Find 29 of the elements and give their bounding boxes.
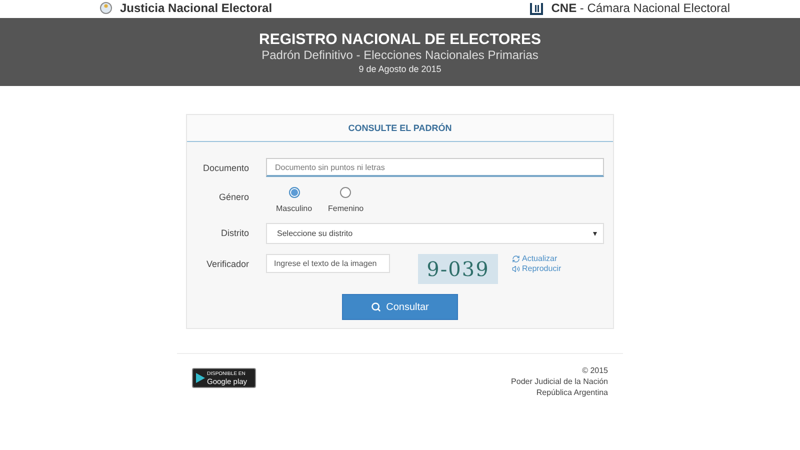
play-store-icon <box>196 373 205 383</box>
speaker-icon <box>512 264 520 272</box>
footer-text: © 2015 <box>582 366 608 375</box>
institution-name: CNE - Cámara Nacional Electoral <box>551 1 730 15</box>
field-label: Distrito <box>220 227 249 238</box>
captcha-image: 9-039 <box>418 254 498 284</box>
footer-text: Poder Judicial de la Nación <box>511 377 608 386</box>
emblem-icon <box>100 2 112 14</box>
page-title: REGISTRO NACIONAL DE ELECTORES <box>259 30 541 48</box>
refresh-icon <box>512 254 520 262</box>
field-label: Documento <box>202 162 249 173</box>
search-button[interactable]: Consultar <box>342 294 458 320</box>
captcha-link[interactable]: Reproducir <box>512 264 562 273</box>
captcha-link[interactable]: Actualizar <box>512 254 562 263</box>
building-icon <box>530 2 544 14</box>
radio-label: Masculino <box>276 204 312 213</box>
field-label: Verificador <box>205 258 249 269</box>
page-date: 9 de Agosto de 2015 <box>358 64 442 74</box>
page-subtitle: Padrón Definitivo - Elecciones Nacionales Primarias <box>262 48 538 62</box>
footer-text: República Argentina <box>536 388 608 397</box>
search-icon <box>371 302 382 312</box>
radio-button[interactable] <box>340 187 352 198</box>
field-label: Género <box>218 191 249 202</box>
radio-label: Femenino <box>328 204 364 213</box>
captcha-field[interactable]: Ingrese el texto de la imagen <box>266 254 390 273</box>
district-select[interactable]: Seleccione su distrito <box>266 223 604 244</box>
document-field[interactable]: Documento sin puntos ni letras <box>266 158 604 177</box>
radio-button[interactable] <box>288 187 300 198</box>
site-name: Justicia Nacional Electoral <box>120 1 272 15</box>
